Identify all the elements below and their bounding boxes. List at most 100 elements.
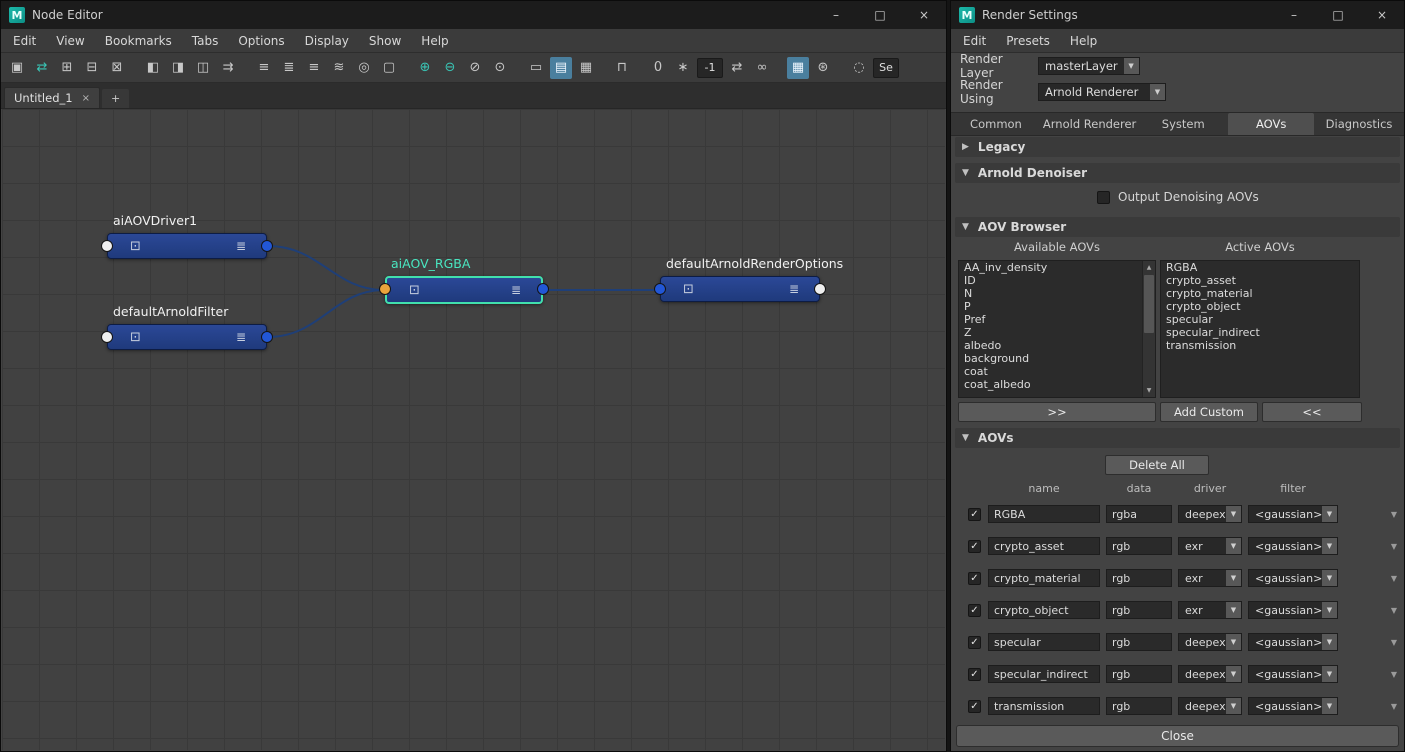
node-body[interactable]: ⊡ ≣ [385, 276, 543, 304]
available-aov-item[interactable]: N [959, 287, 1142, 300]
chevron-down-icon[interactable]: ▼ [1322, 697, 1338, 715]
aov-driver-dropdown[interactable]: deepexr ▼ [1178, 665, 1242, 683]
menu-item[interactable]: Edit [13, 34, 36, 48]
aov-data-field[interactable]: rgba [1106, 505, 1172, 523]
output-port[interactable] [814, 283, 826, 295]
menu-item[interactable]: Bookmarks [105, 34, 172, 48]
clear-graph-icon[interactable]: ⊠ [106, 57, 128, 79]
available-aov-item[interactable]: coat_albedo [959, 378, 1142, 391]
menu-item[interactable]: Edit [963, 34, 986, 48]
row-menu-icon[interactable]: ▼ [1382, 542, 1400, 551]
connection-wire[interactable] [267, 245, 385, 291]
minimize-button[interactable]: – [1272, 1, 1316, 29]
chevron-down-icon[interactable]: ▼ [1322, 537, 1338, 555]
node-attrs-list-icon[interactable]: ≣ [789, 282, 799, 296]
simple-view-icon[interactable]: ▭ [525, 57, 547, 79]
expanded-triangle-icon[interactable]: ▼ [962, 222, 969, 232]
chevron-down-icon[interactable]: ▼ [1123, 57, 1140, 75]
aov-enabled-checkbox[interactable]: ✓ [968, 507, 981, 521]
chevron-down-icon[interactable]: ▼ [1322, 569, 1338, 587]
grid-snap-toggle-icon[interactable]: ▦ [787, 56, 809, 79]
output-denoising-aovs-checkbox[interactable] [1097, 190, 1110, 204]
node-body[interactable]: ⊡ ≣ [107, 324, 267, 350]
tab-close-icon[interactable]: × [82, 93, 90, 104]
render-settings-titlebar[interactable]: M Render Settings – □ × [951, 1, 1404, 29]
node-aiAOV_RGBA[interactable]: aiAOV_RGBA ⊡ ≣ [379, 256, 549, 304]
active-aov-item[interactable]: transmission [1161, 339, 1359, 352]
aov-data-field[interactable]: rgb [1106, 569, 1172, 587]
marquee-select-icon[interactable]: ◌ [848, 57, 870, 79]
row-menu-icon[interactable]: ▼ [1382, 574, 1400, 583]
sync-graph-icon[interactable]: ⇄ [31, 57, 53, 79]
show-upstream-icon[interactable]: ◧ [142, 57, 164, 79]
menu-item[interactable]: Options [238, 34, 284, 48]
frame-all-icon[interactable]: ▢ [378, 57, 400, 79]
zero-traversal-depth-icon[interactable]: 0 [647, 57, 669, 79]
menu-item[interactable]: Presets [1006, 34, 1050, 48]
aov-enabled-checkbox[interactable]: ✓ [968, 635, 981, 649]
node-defaultArnoldRenderOptions[interactable]: defaultArnoldRenderOptions ⊡ ≣ [654, 256, 843, 302]
active-aovs-list[interactable]: RGBA crypto_asset crypto_material crypto_ob… [1160, 260, 1360, 398]
move-left-button[interactable]: << [1262, 402, 1362, 422]
expand-collapse-icon[interactable]: ⇄ [726, 57, 748, 79]
search-field-partial[interactable]: Se [873, 57, 899, 78]
unpin-all-icon[interactable]: ⊙ [489, 57, 511, 79]
chevron-down-icon[interactable]: ▼ [1322, 601, 1338, 619]
pin-remove-icon[interactable]: ⊖ [439, 57, 461, 79]
connection-wire[interactable] [267, 289, 385, 338]
close-button-main[interactable]: Close [956, 725, 1399, 747]
aov-filter-dropdown[interactable]: <gaussian> ▼ [1248, 505, 1338, 523]
input-port[interactable] [654, 283, 666, 295]
traversal-depth-field[interactable]: -1 [697, 57, 723, 78]
aov-enabled-checkbox[interactable]: ✓ [968, 539, 981, 553]
close-button[interactable]: × [1360, 1, 1404, 29]
aov-enabled-checkbox[interactable]: ✓ [968, 571, 981, 585]
chevron-down-icon[interactable]: ▼ [1322, 633, 1338, 651]
tab-add-button[interactable]: + [101, 89, 130, 108]
active-aov-item[interactable]: crypto_asset [1161, 274, 1359, 287]
aov-name-field[interactable]: crypto_material [988, 569, 1100, 587]
chevron-down-icon[interactable]: ▼ [1226, 697, 1242, 715]
list-scrollbar[interactable]: ▲ ▼ [1142, 261, 1155, 397]
section-arnold-denoiser[interactable]: ▼ Arnold Denoiser [955, 163, 1400, 183]
menu-item[interactable]: Show [369, 34, 401, 48]
minimize-button[interactable]: – [814, 1, 858, 29]
chevron-down-icon[interactable]: ▼ [1322, 665, 1338, 683]
zoom-selected-icon[interactable]: ◎ [353, 57, 375, 79]
available-aov-item[interactable]: albedo [959, 339, 1142, 352]
section-legacy[interactable]: ▶ Legacy [955, 137, 1400, 157]
aov-driver-dropdown[interactable]: exr ▼ [1178, 537, 1242, 555]
chevron-down-icon[interactable]: ▼ [1226, 569, 1242, 587]
input-port[interactable] [101, 240, 113, 252]
menu-item[interactable]: Help [1070, 34, 1097, 48]
node-body[interactable]: ⊡ ≣ [660, 276, 820, 302]
available-aov-item[interactable]: background [959, 352, 1142, 365]
input-port[interactable] [101, 331, 113, 343]
aov-name-field[interactable]: specular [988, 633, 1100, 651]
aov-enabled-checkbox[interactable]: ✓ [968, 667, 981, 681]
aov-data-field[interactable]: rgb [1106, 633, 1172, 651]
aov-data-field[interactable]: rgb [1106, 601, 1172, 619]
available-aov-item[interactable]: AA_inv_density [959, 261, 1142, 274]
aov-driver-dropdown[interactable]: deepexr ▼ [1178, 697, 1242, 715]
create-node-icon[interactable]: ▣ [6, 57, 28, 79]
chevron-down-icon[interactable]: ▼ [1226, 601, 1242, 619]
chevron-down-icon[interactable]: ▼ [1226, 633, 1242, 651]
aov-driver-dropdown[interactable]: exr ▼ [1178, 569, 1242, 587]
section-aov-browser[interactable]: ▼ AOV Browser [955, 217, 1400, 237]
render-using-dropdown[interactable]: Arnold Renderer ▼ [1038, 83, 1166, 101]
node-defaultArnoldFilter[interactable]: defaultArnoldFilter ⊡ ≣ [101, 304, 273, 350]
aov-filter-dropdown[interactable]: <gaussian> ▼ [1248, 665, 1338, 683]
chevron-down-icon[interactable]: ▼ [1226, 505, 1242, 523]
lock-icon[interactable]: ⊓ [611, 57, 633, 79]
input-port[interactable] [379, 283, 391, 295]
scroll-down-icon[interactable]: ▼ [1143, 384, 1155, 397]
distribute-nodes-icon[interactable]: ≋ [328, 57, 350, 79]
chevron-down-icon[interactable]: ▼ [1150, 83, 1166, 101]
collapsed-triangle-icon[interactable]: ▶ [962, 142, 969, 152]
available-aov-item[interactable]: P [959, 300, 1142, 313]
output-port[interactable] [261, 331, 273, 343]
node-attrs-list-icon[interactable]: ≣ [511, 283, 521, 297]
expanded-triangle-icon[interactable]: ▼ [962, 168, 969, 178]
align-vertical-icon[interactable]: ≣ [278, 57, 300, 79]
